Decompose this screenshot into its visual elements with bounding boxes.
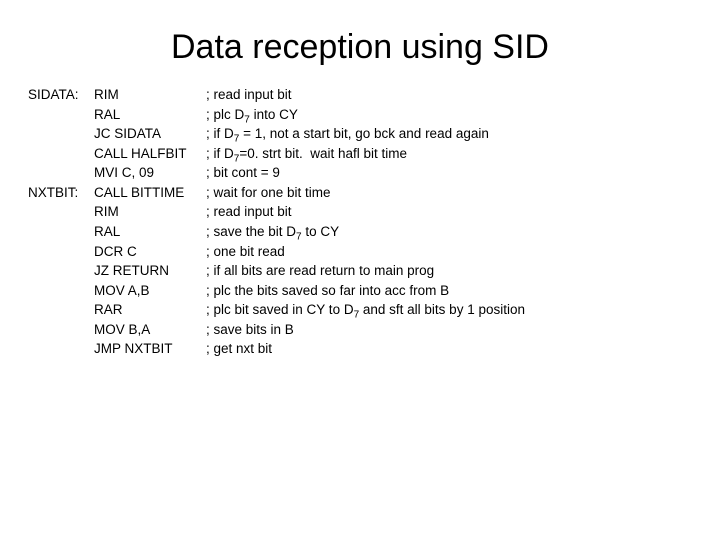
slide-title: Data reception using SID xyxy=(28,28,692,67)
code-line: RIM; read input bit xyxy=(28,202,692,222)
code-comment: ; plc D7 into CY xyxy=(206,105,692,125)
code-instruction: JMP NXTBIT xyxy=(94,339,206,359)
code-comment: ; read input bit xyxy=(206,85,692,105)
code-label xyxy=(28,281,94,301)
code-comment: ; bit cont = 9 xyxy=(206,163,692,183)
code-instruction: MOV A,B xyxy=(94,281,206,301)
code-comment: ; save bits in B xyxy=(206,320,692,340)
code-instruction: RAL xyxy=(94,222,206,242)
code-label xyxy=(28,300,94,320)
code-comment: ; if D7 = 1, not a start bit, go bck and… xyxy=(206,124,692,144)
code-instruction: MOV B,A xyxy=(94,320,206,340)
code-instruction: RAL xyxy=(94,105,206,125)
code-comment: ; get nxt bit xyxy=(206,339,692,359)
code-label xyxy=(28,242,94,262)
code-instruction: JZ RETURN xyxy=(94,261,206,281)
code-label xyxy=(28,124,94,144)
code-line: JC SIDATA; if D7 = 1, not a start bit, g… xyxy=(28,124,692,144)
code-line: RAL; save the bit D7 to CY xyxy=(28,222,692,242)
slide: Data reception using SID SIDATA:RIM; rea… xyxy=(0,0,720,540)
code-comment: ; if all bits are read return to main pr… xyxy=(206,261,692,281)
code-line: RAR; plc bit saved in CY to D7 and sft a… xyxy=(28,300,692,320)
code-comment: ; read input bit xyxy=(206,202,692,222)
code-line: RAL; plc D7 into CY xyxy=(28,105,692,125)
code-line: MOV B,A; save bits in B xyxy=(28,320,692,340)
code-comment: ; plc bit saved in CY to D7 and sft all … xyxy=(206,300,692,320)
assembly-listing: SIDATA:RIM; read input bitRAL; plc D7 in… xyxy=(28,85,692,359)
code-instruction: CALL BITTIME xyxy=(94,183,206,203)
code-label: SIDATA: xyxy=(28,85,94,105)
code-instruction: RAR xyxy=(94,300,206,320)
code-label xyxy=(28,320,94,340)
code-label xyxy=(28,261,94,281)
code-label xyxy=(28,202,94,222)
code-label xyxy=(28,163,94,183)
code-instruction: DCR C xyxy=(94,242,206,262)
code-label xyxy=(28,144,94,164)
code-label: NXTBIT: xyxy=(28,183,94,203)
code-line: CALL HALFBIT; if D7=0. strt bit. wait ha… xyxy=(28,144,692,164)
code-comment: ; wait for one bit time xyxy=(206,183,692,203)
code-line: NXTBIT:CALL BITTIME; wait for one bit ti… xyxy=(28,183,692,203)
code-comment: ; plc the bits saved so far into acc fro… xyxy=(206,281,692,301)
code-label xyxy=(28,339,94,359)
code-line: MVI C, 09; bit cont = 9 xyxy=(28,163,692,183)
code-label xyxy=(28,222,94,242)
code-comment: ; one bit read xyxy=(206,242,692,262)
code-comment: ; if D7=0. strt bit. wait hafl bit time xyxy=(206,144,692,164)
code-line: SIDATA:RIM; read input bit xyxy=(28,85,692,105)
code-line: JMP NXTBIT; get nxt bit xyxy=(28,339,692,359)
code-instruction: RIM xyxy=(94,85,206,105)
code-instruction: RIM xyxy=(94,202,206,222)
code-line: JZ RETURN; if all bits are read return t… xyxy=(28,261,692,281)
code-line: DCR C; one bit read xyxy=(28,242,692,262)
code-instruction: CALL HALFBIT xyxy=(94,144,206,164)
code-line: MOV A,B; plc the bits saved so far into … xyxy=(28,281,692,301)
code-comment: ; save the bit D7 to CY xyxy=(206,222,692,242)
code-label xyxy=(28,105,94,125)
code-instruction: JC SIDATA xyxy=(94,124,206,144)
code-instruction: MVI C, 09 xyxy=(94,163,206,183)
